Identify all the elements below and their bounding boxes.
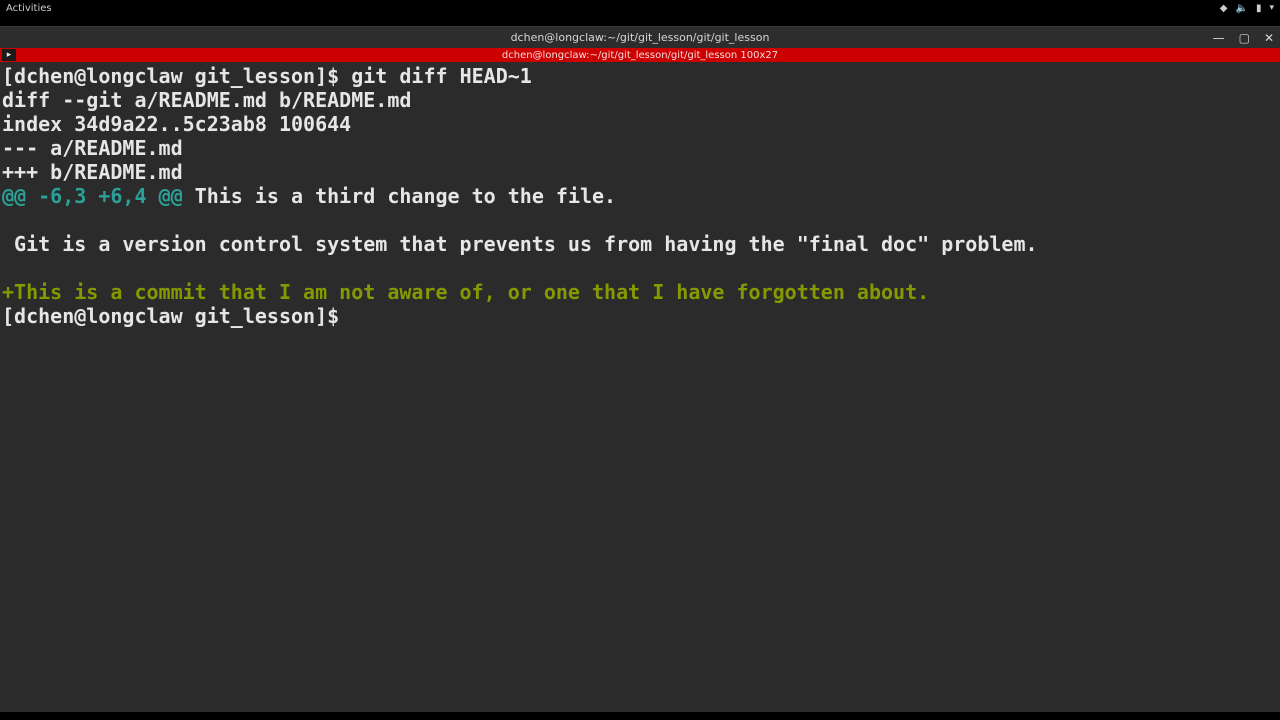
system-menu-icon[interactable]: ▾ [1269,3,1274,13]
new-tab-button[interactable]: ▸ [2,49,16,61]
diff-context-blank [2,256,14,280]
shell-prompt: [dchen@longclaw git_lesson]$ [2,64,351,88]
volume-icon[interactable]: 🔈 [1236,3,1248,14]
diff-header-line: diff --git a/README.md b/README.md [2,88,411,112]
network-icon[interactable]: ◆ [1220,3,1228,14]
shell-command: git diff HEAD~1 [351,64,532,88]
minimize-button[interactable]: — [1213,32,1225,44]
window-titlebar[interactable]: dchen@longclaw:~/git/git_lesson/git/git_… [0,26,1280,48]
close-button[interactable]: ✕ [1264,32,1274,44]
window-title: dchen@longclaw:~/git/git_lesson/git/git_… [511,31,770,44]
diff-hunk-context: This is a third change to the file. [183,184,616,208]
diff-context-blank [2,208,14,232]
diff-old-file-line: --- a/README.md [2,136,183,160]
terminal-tab-strip: ▸ dchen@longclaw:~/git/git_lesson/git/gi… [0,48,1280,62]
cursor [351,305,362,325]
activities-button[interactable]: Activities [6,3,52,14]
diff-hunk-header: @@ -6,3 +6,4 @@ [2,184,183,208]
terminal-body[interactable]: [dchen@longclaw git_lesson]$ git diff HE… [0,62,1280,712]
diff-added-line: +This is a commit that I am not aware of… [2,280,929,304]
shell-prompt: [dchen@longclaw git_lesson]$ [2,304,351,328]
gnome-top-bar: Activities ◆ 🔈 ▮ ▾ [0,0,1280,16]
desktop: dchen@longclaw:~/git/git_lesson/git/git_… [0,16,1280,720]
terminal-tab-title[interactable]: dchen@longclaw:~/git/git_lesson/git/git_… [502,50,778,61]
diff-new-file-line: +++ b/README.md [2,160,183,184]
maximize-button[interactable]: ▢ [1239,32,1250,44]
diff-index-line: index 34d9a22..5c23ab8 100644 [2,112,351,136]
diff-context-line: Git is a version control system that pre… [2,232,1038,256]
terminal-window: dchen@longclaw:~/git/git_lesson/git/git_… [0,26,1280,712]
battery-icon[interactable]: ▮ [1256,3,1262,14]
